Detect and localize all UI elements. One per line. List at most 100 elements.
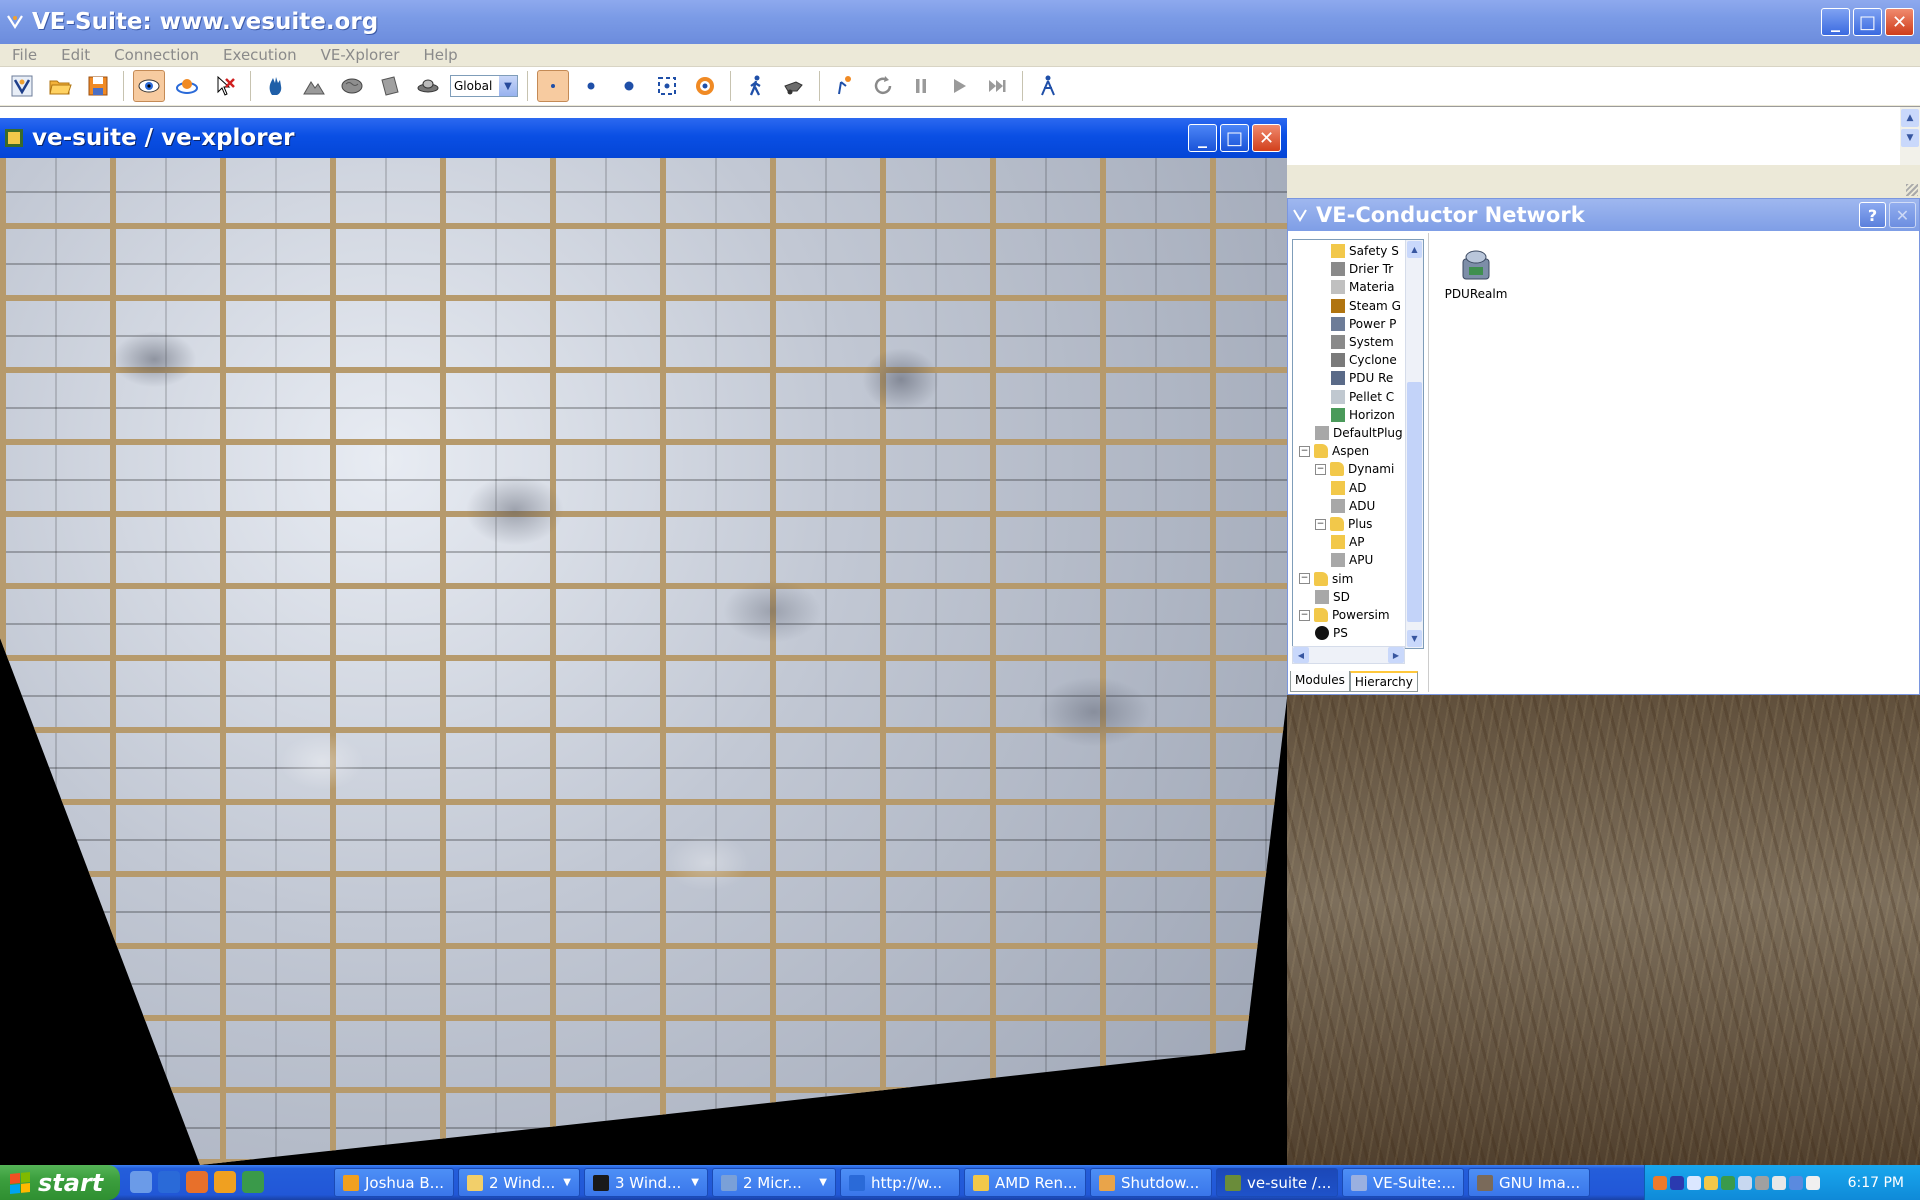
taskbar-button[interactable]: Joshua B...	[334, 1168, 454, 1197]
scroll-right-icon[interactable]: ▶	[1388, 647, 1404, 663]
walk-button[interactable]	[740, 70, 772, 102]
tray-app-icon[interactable]	[1755, 1175, 1769, 1190]
reset-button[interactable]	[867, 70, 899, 102]
menu-file[interactable]: File	[0, 46, 49, 64]
network-module[interactable]: PDURealm	[1441, 245, 1511, 301]
scroll-left-icon[interactable]: ◀	[1293, 647, 1309, 663]
start-button[interactable]: start	[0, 1165, 120, 1200]
brain-button[interactable]	[336, 70, 368, 102]
ufo-button[interactable]	[412, 70, 444, 102]
taskbar-button[interactable]: AMD Ren...	[964, 1168, 1086, 1197]
taskbar-button[interactable]: 3 Wind... ▼	[584, 1168, 708, 1197]
taskbar-button[interactable]: 2 Micr... ▼	[712, 1168, 836, 1197]
tree-item[interactable]: Power P	[1331, 315, 1396, 333]
ie-icon[interactable]	[158, 1171, 180, 1193]
select-box-button[interactable]	[651, 70, 683, 102]
taskbar-button[interactable]: http://w...	[840, 1168, 960, 1197]
tree-item[interactable]: Safety S	[1331, 242, 1399, 260]
minimize-button[interactable]: _	[1188, 124, 1217, 152]
tree-item[interactable]: Horizon	[1331, 406, 1395, 424]
tree-item[interactable]: − Plus	[1315, 515, 1372, 533]
firefox-icon[interactable]	[186, 1171, 208, 1193]
target-button[interactable]	[689, 70, 721, 102]
play-button[interactable]	[943, 70, 975, 102]
chevron-down-icon[interactable]: ▼	[499, 76, 517, 96]
tree-item[interactable]: SD	[1315, 588, 1350, 606]
menu-edit[interactable]: Edit	[49, 46, 102, 64]
tree-item[interactable]: ADU	[1331, 497, 1375, 515]
scroll-thumb[interactable]	[1407, 382, 1422, 622]
safely-remove-icon[interactable]	[1806, 1175, 1820, 1190]
clock[interactable]: 6:17 PM	[1848, 1175, 1904, 1191]
coordinate-mode-select[interactable]: Global ▼	[450, 75, 518, 97]
menu-execution[interactable]: Execution	[211, 46, 309, 64]
hand-tool-button[interactable]	[260, 70, 292, 102]
tree-item[interactable]: AD	[1331, 479, 1366, 497]
tree-item[interactable]: AP	[1331, 533, 1364, 551]
taskbar-button[interactable]: Shutdow...	[1090, 1168, 1212, 1197]
collapse-icon[interactable]: −	[1315, 518, 1326, 530]
log-scrollbar[interactable]: ▲ ▼	[1900, 107, 1920, 165]
tree-item[interactable]: − Dynami	[1315, 460, 1394, 478]
scroll-down-icon[interactable]: ▼	[1901, 129, 1919, 147]
tree-item[interactable]: Cyclone	[1331, 351, 1397, 369]
tree-item[interactable]: Steam G	[1331, 297, 1401, 315]
module-tree[interactable]: ▲ ▼ Safety S Drier Tr Materia Steam G Power …	[1292, 239, 1424, 649]
resize-grip-icon[interactable]	[1906, 184, 1918, 196]
volume-icon[interactable]	[1772, 1175, 1786, 1190]
tree-item[interactable]: − sim	[1299, 570, 1353, 588]
menu-ve-xplorer[interactable]: VE-Xplorer	[309, 46, 412, 64]
scroll-down-icon[interactable]: ▼	[1407, 630, 1422, 647]
collapse-icon[interactable]: −	[1299, 573, 1310, 585]
tree-item[interactable]: APU	[1331, 551, 1373, 569]
point-large-button[interactable]	[613, 70, 645, 102]
tray-app-icon[interactable]	[1721, 1175, 1735, 1190]
collapse-icon[interactable]: −	[1299, 609, 1310, 621]
physics-button[interactable]	[829, 70, 861, 102]
tree-item[interactable]: Drier Tr	[1331, 260, 1393, 278]
taskbar-button[interactable]: VE-Suite:...	[1342, 1168, 1464, 1197]
scroll-up-icon[interactable]: ▲	[1901, 109, 1919, 127]
orbit-button[interactable]	[171, 70, 203, 102]
taskbar-button[interactable]: GNU Ima...	[1468, 1168, 1590, 1197]
xplorer-titlebar[interactable]: ve-suite / ve-xplorer _ □ ✕	[0, 118, 1287, 158]
cancel-select-button[interactable]	[209, 70, 241, 102]
tractor-button[interactable]	[778, 70, 810, 102]
taskbar-button[interactable]: 2 Wind... ▼	[458, 1168, 580, 1197]
paper-hand-button[interactable]	[374, 70, 406, 102]
menu-connection[interactable]: Connection	[102, 46, 211, 64]
characters-button[interactable]	[1032, 70, 1064, 102]
tray-app-icon[interactable]	[1738, 1175, 1752, 1190]
tree-item[interactable]: PS	[1315, 624, 1348, 642]
close-button[interactable]: ✕	[1889, 202, 1916, 228]
taskbar-button[interactable]: ve-suite /...	[1216, 1168, 1338, 1197]
help-button[interactable]: ?	[1859, 202, 1886, 228]
tray-app-icon[interactable]	[1704, 1175, 1718, 1190]
close-button[interactable]: ✕	[1885, 8, 1914, 36]
terrain-button[interactable]	[298, 70, 330, 102]
collapse-icon[interactable]: −	[1315, 463, 1326, 475]
collapse-icon[interactable]: −	[1299, 445, 1310, 457]
tree-item[interactable]: − Aspen	[1299, 442, 1369, 460]
tree-vertical-scrollbar[interactable]: ▲ ▼	[1405, 240, 1423, 648]
tree-item[interactable]: System	[1331, 333, 1394, 351]
tree-horizontal-scrollbar[interactable]: ◀ ▶	[1292, 646, 1405, 664]
close-button[interactable]: ✕	[1252, 124, 1281, 152]
tray-app-icon[interactable]	[1687, 1175, 1701, 1190]
navigation-mode-button[interactable]	[133, 70, 165, 102]
main-titlebar[interactable]: VE-Suite: www.vesuite.org _ □ ✕	[0, 0, 1920, 44]
scroll-up-icon[interactable]: ▲	[1407, 241, 1422, 258]
conductor-titlebar[interactable]: VE-Conductor Network ? ✕	[1288, 199, 1919, 231]
tray-app-icon[interactable]	[1653, 1175, 1667, 1190]
show-desktop-icon[interactable]	[130, 1171, 152, 1193]
maximize-button[interactable]: □	[1853, 8, 1882, 36]
tree-item[interactable]: Materia	[1331, 278, 1394, 296]
step-button[interactable]	[981, 70, 1013, 102]
menu-help[interactable]: Help	[411, 46, 469, 64]
3d-viewport[interactable]	[0, 158, 1287, 1165]
tab-hierarchy[interactable]: Hierarchy	[1349, 671, 1418, 692]
tab-modules[interactable]: Modules	[1290, 671, 1350, 692]
save-button[interactable]	[82, 70, 114, 102]
minimize-button[interactable]: _	[1821, 8, 1850, 36]
network-canvas[interactable]: PDURealm	[1428, 233, 1917, 692]
